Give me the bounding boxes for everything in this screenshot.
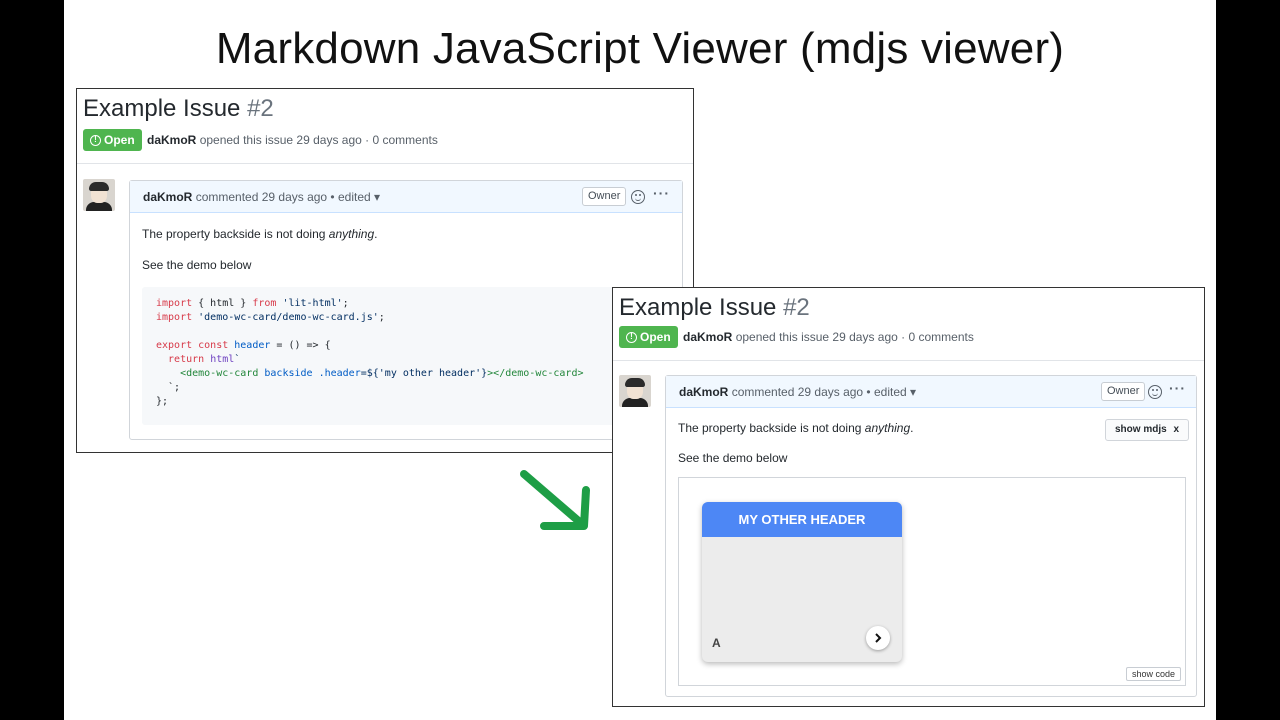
issue-author-link[interactable]: daKmoR (147, 133, 196, 147)
comment-box: daKmoR commented 29 days ago • edited ▾ … (665, 375, 1197, 697)
comment-meta[interactable]: commented 29 days ago • edited ▾ (196, 190, 380, 204)
status-label: Open (640, 330, 671, 344)
comment-author-link[interactable]: daKmoR (679, 385, 728, 399)
issue-title: Example Issue #2 (619, 294, 810, 322)
close-icon: x (1173, 424, 1180, 435)
issue-number: #2 (783, 294, 810, 321)
avatar[interactable] (83, 179, 115, 211)
screenshot-before: Example Issue #2 ! Open daKmoR opened th… (76, 88, 694, 453)
issue-title-text: Example Issue (83, 95, 241, 122)
more-options-icon[interactable]: ··· (653, 185, 670, 201)
code-line: }; (156, 396, 169, 407)
code-line: return html` (156, 354, 241, 365)
emoji-reaction-icon[interactable] (631, 190, 645, 204)
comment-text-after: . (374, 227, 378, 241)
code-line-blank: ​ (156, 325, 668, 339)
comment-text-emphasis: anything (328, 227, 375, 241)
comment-header: daKmoR commented 29 days ago • edited ▾ … (130, 181, 682, 213)
status-label: Open (104, 133, 135, 147)
comment-author-link[interactable]: daKmoR (143, 190, 192, 204)
code-line: import { html } from 'lit-html'; (156, 298, 349, 309)
issue-title: Example Issue #2 (83, 95, 274, 123)
status-badge: ! Open (619, 326, 678, 348)
issue-author-link[interactable]: daKmoR (683, 330, 732, 344)
card-header: MY OTHER HEADER (702, 502, 902, 537)
comment-box: daKmoR commented 29 days ago • edited ▾ … (129, 180, 683, 440)
demo-preview: MY OTHER HEADER A show code (678, 477, 1186, 686)
comment-meta[interactable]: commented 29 days ago • edited ▾ (732, 385, 916, 399)
status-badge: ! Open (83, 129, 142, 151)
comment-text-before: The property backside is not doing (142, 227, 329, 241)
avatar[interactable] (619, 375, 651, 407)
comment-text-emphasis: anything (864, 421, 911, 435)
screenshot-after: Example Issue #2 ! Open daKmoR opened th… (612, 287, 1205, 707)
issue-number: #2 (247, 95, 274, 122)
issue-title-text: Example Issue (619, 294, 777, 321)
comment-text-after: . (910, 421, 914, 435)
demo-wc-card[interactable]: MY OTHER HEADER A (702, 502, 902, 662)
arrow-icon (520, 470, 590, 530)
comment-text: The property backside is not doing anyth… (142, 227, 378, 241)
show-code-button[interactable]: show code (1125, 667, 1181, 681)
more-options-icon[interactable]: ··· (1169, 380, 1186, 396)
owner-badge: Owner (1101, 382, 1146, 401)
slide-title: Markdown JavaScript Viewer (mdjs viewer) (215, 24, 1065, 73)
issue-opened-text: opened this issue 29 days ago · 0 commen… (735, 330, 974, 344)
divider (613, 360, 1204, 361)
emoji-reaction-icon[interactable] (1148, 385, 1162, 399)
code-line: `; (156, 382, 181, 393)
demo-intro-text: See the demo below (142, 258, 252, 272)
issue-opened-icon: ! (626, 331, 637, 343)
code-block: import { html } from 'lit-html'; import '… (142, 287, 682, 425)
issue-meta: daKmoR opened this issue 29 days ago · 0… (147, 133, 438, 147)
chevron-right-icon[interactable] (866, 626, 890, 650)
code-line: import 'demo-wc-card/demo-wc-card.js'; (156, 312, 385, 323)
issue-opened-icon: ! (90, 134, 101, 146)
issue-opened-text: opened this issue 29 days ago · 0 commen… (199, 133, 438, 147)
comment-text-before: The property backside is not doing (678, 421, 865, 435)
divider (77, 163, 693, 164)
comment-header: daKmoR commented 29 days ago • edited ▾ … (666, 376, 1196, 408)
code-line: <demo-wc-card backside .header=${'my oth… (156, 368, 584, 379)
demo-intro-text: See the demo below (678, 451, 788, 465)
comment-text: The property backside is not doing anyth… (678, 421, 914, 435)
show-mdjs-label: show mdjs (1115, 424, 1167, 435)
card-side-letter: A (712, 636, 721, 650)
code-line: export const header = () => { (156, 340, 331, 351)
show-mdjs-button[interactable]: show mdjs x (1105, 419, 1190, 441)
owner-badge: Owner (582, 187, 627, 206)
issue-meta: daKmoR opened this issue 29 days ago · 0… (683, 330, 974, 344)
slide: Markdown JavaScript Viewer (mdjs viewer)… (64, 0, 1216, 720)
